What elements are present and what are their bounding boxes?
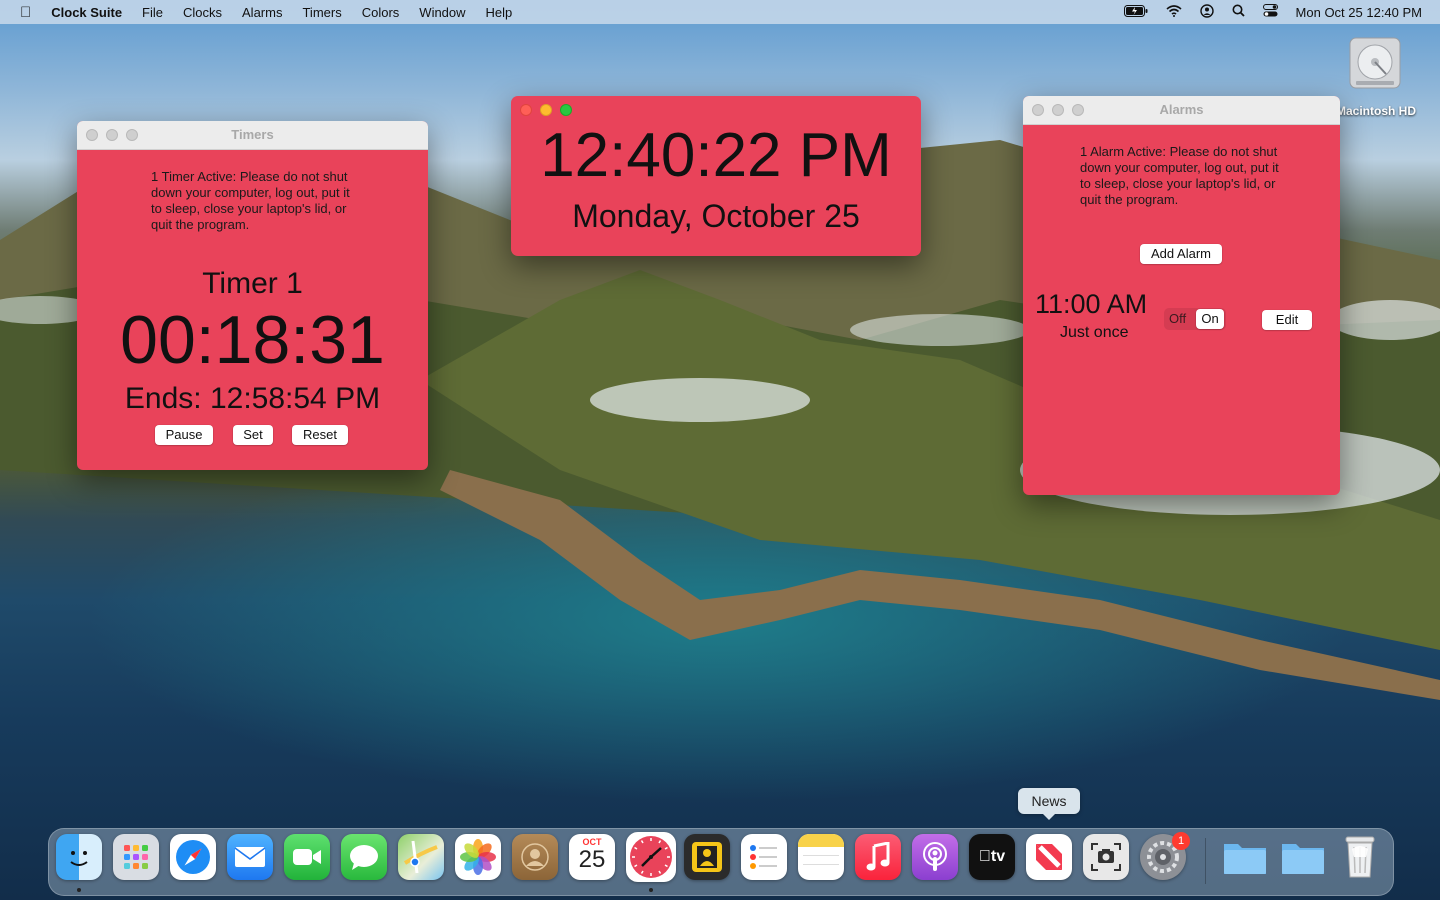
notes-icon[interactable] <box>798 834 844 880</box>
add-alarm-button[interactable]: Add Alarm <box>1140 244 1222 264</box>
minimize-button[interactable] <box>540 104 552 116</box>
photos-icon[interactable] <box>455 834 501 880</box>
wifi-icon[interactable] <box>1166 4 1182 20</box>
menu-alarms[interactable]: Alarms <box>242 5 282 20</box>
edit-alarm-button[interactable]: Edit <box>1262 310 1312 330</box>
alarm-warning-text: 1 Alarm Active: Please do not shut down … <box>1080 144 1279 207</box>
menu-colors[interactable]: Colors <box>362 5 400 20</box>
timer-name: Timer 1 <box>202 267 303 300</box>
contacts-icon[interactable] <box>512 834 558 880</box>
spotlight-search-icon[interactable] <box>1232 4 1245 20</box>
alarm-time: 11:00 AM <box>1035 289 1148 319</box>
mail-icon[interactable] <box>227 834 273 880</box>
menu-file[interactable]: File <box>142 5 163 20</box>
control-center-icon[interactable] <box>1262 4 1278 20</box>
alarm-toggle[interactable]: Off On <box>1164 308 1226 330</box>
pause-button[interactable]: Pause <box>155 425 213 445</box>
podcasts-icon[interactable] <box>912 834 958 880</box>
messages-icon[interactable] <box>341 834 387 880</box>
menu-timers[interactable]: Timers <box>302 5 341 20</box>
tv-icon[interactable]: tv <box>969 834 1015 880</box>
calendar-icon[interactable]: OCT 25 <box>569 834 615 880</box>
maps-icon[interactable] <box>398 834 444 880</box>
timers-titlebar[interactable]: Timers <box>77 121 428 150</box>
dock-divider <box>1205 838 1206 884</box>
apple-menu-icon[interactable]:  <box>20 4 31 21</box>
facetime-icon[interactable] <box>284 834 330 880</box>
menu-app-name[interactable]: Clock Suite <box>51 5 122 20</box>
hard-disk-label: Macintosh HD <box>1335 104 1416 118</box>
system-preferences-badge: 1 <box>1172 832 1190 850</box>
alarm-toggle-off[interactable]: Off <box>1169 311 1186 326</box>
music-icon[interactable] <box>855 834 901 880</box>
user-account-icon[interactable] <box>1199 3 1214 21</box>
alarms-window-title: Alarms <box>1159 102 1204 117</box>
clock-date: Monday, October 25 <box>572 198 860 234</box>
launchpad-icon[interactable] <box>113 834 159 880</box>
clock-suite-icon[interactable] <box>626 832 676 882</box>
photo-booth-icon[interactable] <box>684 834 730 880</box>
menu-bar-clock[interactable]: Mon Oct 25 12:40 PM <box>1296 5 1422 20</box>
timer-end-time: Ends: 12:58:54 PM <box>124 382 381 415</box>
alarm-repeat: Just once <box>1060 324 1129 341</box>
alarms-window: Alarms 1 Alarm Active: Please do not shu… <box>1023 96 1340 495</box>
downloads-folder-icon[interactable] <box>1222 834 1268 880</box>
finder-running-indicator <box>77 888 81 892</box>
menu-bar:  Clock Suite File Clocks Alarms Timers … <box>0 0 1440 24</box>
dock-tooltip: News <box>1018 788 1080 820</box>
news-icon[interactable] <box>1026 834 1072 880</box>
screenshot-icon[interactable] <box>1083 834 1129 880</box>
menu-clocks[interactable]: Clocks <box>183 5 222 20</box>
finder-icon[interactable] <box>56 834 102 880</box>
clock-time: 12:40:22 PM <box>540 121 892 190</box>
timers-window-title: Timers <box>231 127 274 142</box>
reminders-icon[interactable] <box>741 834 787 880</box>
safari-icon[interactable] <box>170 834 216 880</box>
documents-folder-icon[interactable] <box>1280 834 1326 880</box>
calendar-day: 25 <box>578 846 606 873</box>
alarms-titlebar[interactable]: Alarms <box>1023 96 1340 125</box>
close-button[interactable] <box>520 104 532 116</box>
battery-icon[interactable] <box>1123 4 1148 20</box>
alarm-toggle-on[interactable]: On <box>1196 309 1224 329</box>
menu-help[interactable]: Help <box>486 5 513 20</box>
clock-suite-running-indicator <box>649 888 653 892</box>
timers-window: Timers 1 Timer Active: Please do not shu… <box>77 121 428 470</box>
zoom-button[interactable] <box>560 104 572 116</box>
hard-disk-icon[interactable] <box>1346 34 1404 92</box>
timer-warning-text: 1 Timer Active: Please do not shut down … <box>151 169 350 232</box>
clock-window: 12:40:22 PM Monday, October 25 <box>511 96 921 256</box>
trash-icon[interactable] <box>1337 834 1383 880</box>
set-button[interactable]: Set <box>233 425 273 445</box>
menu-window[interactable]: Window <box>419 5 465 20</box>
timer-countdown: 00:18:31 <box>120 302 385 378</box>
reset-button[interactable]: Reset <box>292 425 348 445</box>
